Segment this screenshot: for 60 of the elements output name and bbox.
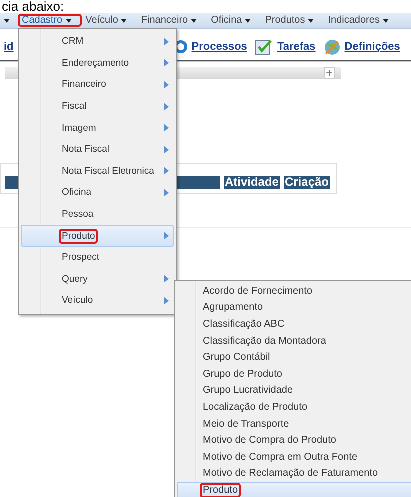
caret-icon [121, 18, 128, 22]
table-header-cell: Criação [284, 176, 330, 189]
submenu-arrow-icon [164, 80, 169, 89]
menu-item[interactable]: Produto [177, 482, 411, 497]
menu-bar-item[interactable]: Veículo [82, 14, 138, 27]
menu-item[interactable]: Veículo [21, 290, 174, 312]
menu-item[interactable]: Nota Fiscal Eletronica [21, 160, 174, 182]
caret-icon [4, 18, 10, 22]
menu-item[interactable]: Classificação da Montadora [177, 332, 411, 350]
submenu-arrow-icon [164, 124, 169, 132]
menu-item[interactable]: Motivo de Compra em Outra Fonte [177, 448, 411, 466]
menu-bar-item[interactable]: Financeiro [137, 14, 208, 27]
menu-item[interactable]: Agrupamento [177, 300, 411, 316]
menu-item[interactable]: Oficina [21, 182, 174, 204]
toolbar-link[interactable]: id [4, 41, 14, 53]
submenu-arrow-icon [164, 167, 169, 176]
caret-icon [382, 18, 389, 22]
menu-bar-item[interactable]: Produtos [261, 14, 324, 27]
submenu-arrow-icon [164, 188, 169, 197]
menu-item[interactable]: CRM [21, 31, 174, 53]
submenu-arrow-icon [164, 102, 169, 111]
caret-icon [308, 18, 314, 22]
menu-item[interactable]: Motivo de Compra do Produto [177, 432, 411, 449]
menu-item[interactable]: Grupo de Produto [177, 366, 411, 383]
menu-item[interactable]: Endereçamento [21, 52, 174, 74]
toolbar-link[interactable]: Definições [344, 41, 400, 53]
menu-bar-item[interactable]: Oficina [207, 14, 262, 27]
menu-item[interactable]: Acordo de Fornecimento [177, 283, 411, 300]
clipboard-check-icon [255, 38, 274, 56]
menu-bar-item[interactable]: Cadastro [18, 14, 82, 27]
toolbar-link[interactable]: Tarefas [277, 41, 316, 53]
submenu-arrow-icon [164, 38, 169, 46]
submenu-arrow-icon [164, 275, 169, 284]
menu-item[interactable]: Nota Fiscal [21, 138, 174, 161]
menu-item[interactable]: Meio de Transporte [177, 416, 411, 432]
caret-icon [245, 18, 252, 22]
menu-item[interactable]: Prospect [21, 246, 174, 269]
submenu-arrow-icon [164, 296, 169, 305]
menu-item[interactable]: Pessoa [21, 204, 174, 226]
menu-bar-item[interactable]: Indicadores [324, 14, 399, 27]
table-header-cell: Atividade [224, 176, 280, 189]
menu-item[interactable]: Classificação ABC [177, 316, 411, 333]
menu-item[interactable]: Grupo Lucratividade [177, 382, 411, 400]
menu-item[interactable]: Financeiro [21, 74, 174, 96]
caption-text: cia abaixo: [2, 0, 66, 13]
toolbar-link[interactable]: Processos [192, 41, 248, 53]
menu-item[interactable]: Imagem [21, 117, 174, 139]
caret-icon [191, 18, 198, 22]
menu-item[interactable]: Fiscal [21, 96, 174, 118]
menu-item[interactable]: Produto [21, 225, 174, 247]
globe-icon [324, 38, 341, 56]
expand-button[interactable]: + [324, 67, 335, 79]
caret-icon [66, 18, 72, 22]
menu-item[interactable]: Motivo de Reclamação de Faturamento [177, 466, 411, 482]
submenu-arrow-icon [164, 59, 169, 68]
submenu-arrow-icon [164, 232, 169, 240]
menu-item[interactable]: Localização de Produto [177, 399, 411, 416]
submenu-arrow-icon [164, 146, 169, 154]
menu-item[interactable]: Grupo Contábil [177, 349, 411, 366]
menu-item[interactable]: Query [21, 268, 174, 290]
